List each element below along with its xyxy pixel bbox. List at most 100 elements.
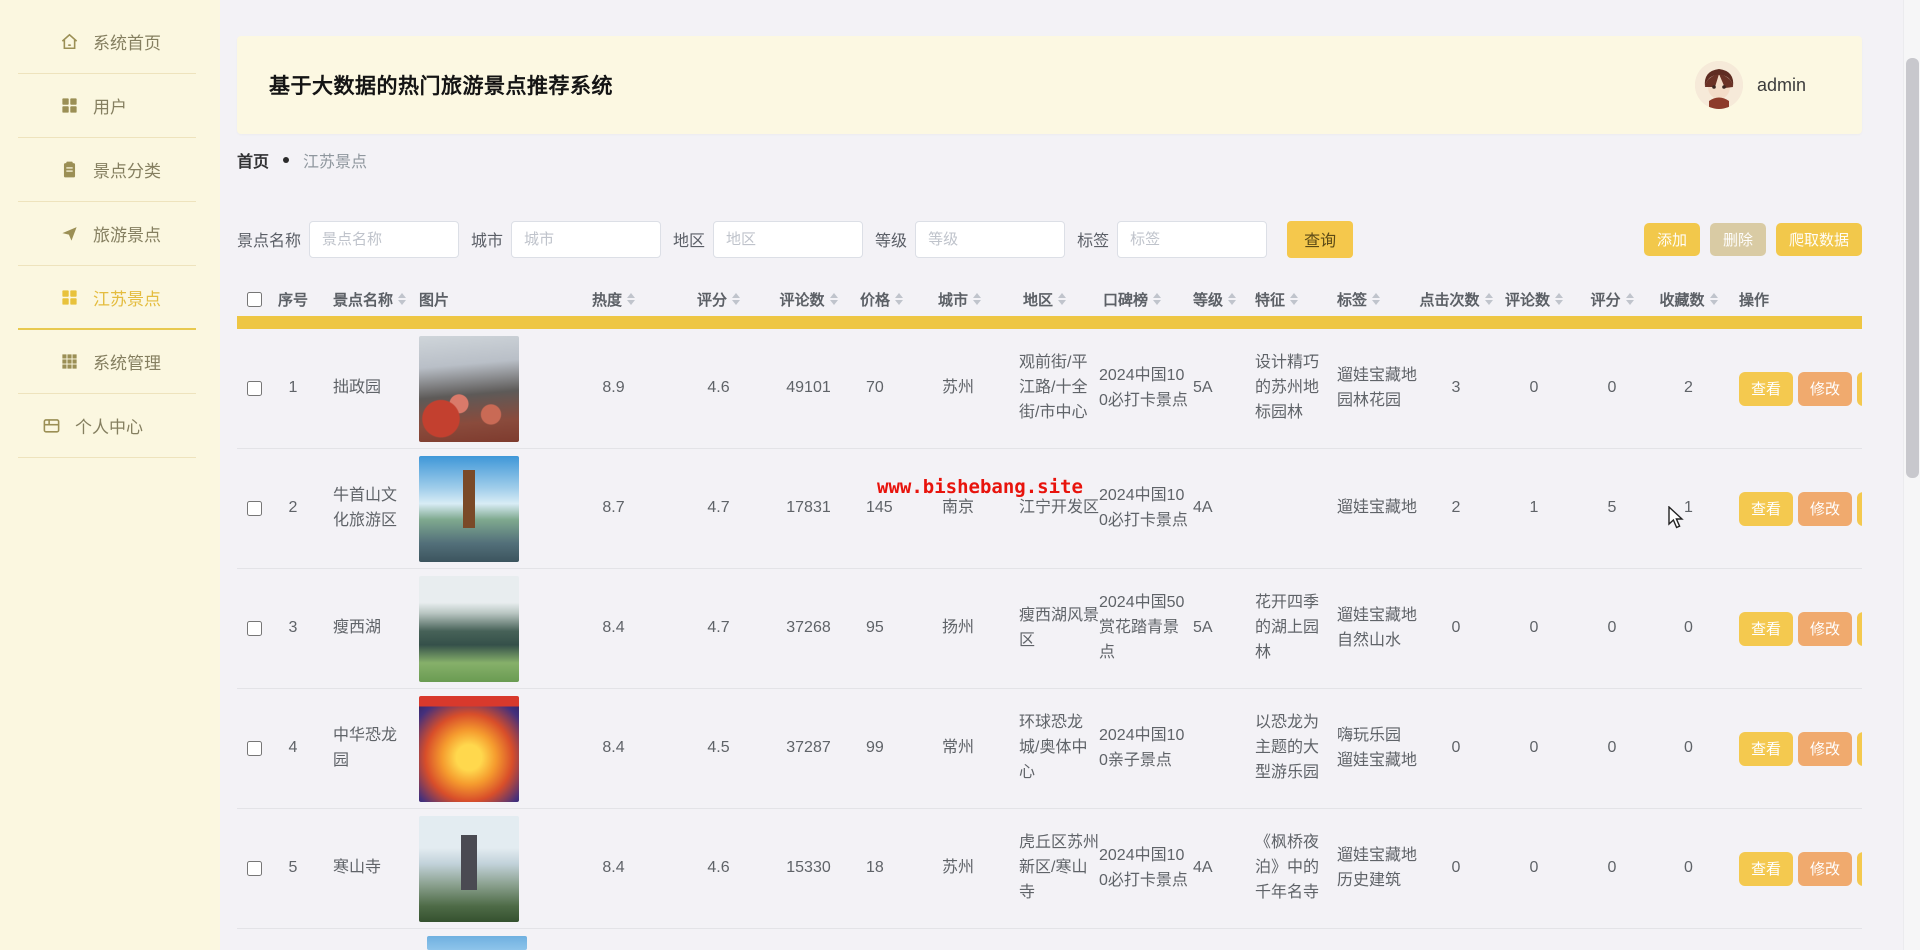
city-cell: 南京 [934, 496, 1019, 521]
column-header-actions: 操作 [1726, 289, 1862, 310]
feature-cell: 设计精巧的苏州地标园林 [1241, 351, 1329, 425]
add-button[interactable]: 添加 [1644, 223, 1700, 256]
district-filter-input[interactable] [713, 221, 863, 258]
column-header-score[interactable]: 评分 [676, 289, 761, 310]
city-filter-input[interactable] [511, 221, 661, 258]
favorites-cell: 2 [1651, 376, 1726, 401]
column-header-comments[interactable]: 评论数 [1495, 289, 1573, 310]
attraction-photo[interactable] [419, 576, 519, 682]
sidebar-item-profile[interactable]: 个人中心 [18, 394, 196, 458]
column-header-rating[interactable]: 评分 [1573, 289, 1651, 310]
row-checkbox[interactable] [247, 861, 262, 876]
filter-label-level: 等级 [875, 227, 907, 251]
clipped-action-button[interactable]: 查看 [1857, 492, 1862, 526]
column-header-feature[interactable]: 特征 [1241, 289, 1329, 310]
sort-carets-icon[interactable] [1485, 293, 1493, 305]
sidebar-item-users[interactable]: 用户 [18, 74, 196, 138]
sort-carets-icon[interactable] [1058, 293, 1066, 305]
attraction-photo[interactable] [419, 696, 519, 802]
scrollbar-thumb[interactable] [1906, 58, 1919, 478]
rating-cell: 0 [1573, 616, 1651, 641]
rating-cell: 0 [1573, 736, 1651, 761]
column-header-reviews[interactable]: 评论数 [761, 289, 856, 310]
row-checkbox[interactable] [247, 381, 262, 396]
column-header-price[interactable]: 价格 [856, 289, 934, 310]
search-button[interactable]: 查询 [1287, 221, 1353, 258]
column-header-level[interactable]: 等级 [1189, 289, 1241, 310]
sidebar-item-categories[interactable]: 景点分类 [18, 138, 196, 202]
sort-carets-icon[interactable] [830, 293, 838, 305]
sidebar-item-attractions[interactable]: 旅游景点 [18, 202, 196, 266]
view-button[interactable]: 查看 [1739, 492, 1793, 526]
attraction-photo[interactable] [419, 816, 519, 922]
feature-cell: 花开四季的湖上园林 [1241, 591, 1329, 665]
column-header-heat[interactable]: 热度 [551, 289, 676, 310]
row-checkbox[interactable] [247, 621, 262, 636]
breadcrumb-home[interactable]: 首页 [237, 148, 269, 172]
sort-carets-icon[interactable] [627, 293, 635, 305]
clipped-action-button[interactable]: 查看 [1857, 372, 1862, 406]
score-cell: 4.6 [676, 856, 761, 881]
tags-filter-input[interactable] [1117, 221, 1267, 258]
crawl-data-button[interactable]: 爬取数据 [1776, 223, 1862, 256]
sort-carets-icon[interactable] [398, 293, 406, 305]
price-cell: 145 [856, 496, 934, 521]
level-filter-input[interactable] [915, 221, 1065, 258]
column-header-district[interactable]: 地区 [1019, 289, 1099, 310]
attraction-photo[interactable] [419, 456, 519, 562]
edit-button[interactable]: 修改 [1798, 492, 1852, 526]
column-header-rank[interactable]: 口碑榜 [1099, 289, 1189, 310]
sort-carets-icon[interactable] [1710, 293, 1718, 305]
sidebar-item-jiangsu[interactable]: 江苏景点 [18, 266, 196, 330]
row-checkbox[interactable] [247, 741, 262, 756]
sort-carets-icon[interactable] [1228, 293, 1236, 305]
table-accent-stripe [237, 316, 1862, 329]
name-filter-input[interactable] [309, 221, 459, 258]
sort-carets-icon[interactable] [973, 293, 981, 305]
sort-carets-icon[interactable] [1290, 293, 1298, 305]
tags-cell: 嗨玩乐园 遛娃宝藏地 [1329, 724, 1417, 774]
city-cell: 常州 [934, 736, 1019, 761]
select-all-checkbox[interactable] [247, 292, 262, 307]
sort-carets-icon[interactable] [732, 293, 740, 305]
sidebar-item-system[interactable]: 系统管理 [18, 330, 196, 394]
user-box[interactable]: admin [1695, 61, 1806, 109]
attraction-photo[interactable] [419, 336, 519, 442]
comments-cell: 0 [1495, 376, 1573, 401]
sort-carets-icon[interactable] [895, 293, 903, 305]
view-button[interactable]: 查看 [1739, 732, 1793, 766]
sort-carets-icon[interactable] [1626, 293, 1634, 305]
column-header-tags[interactable]: 标签 [1329, 289, 1417, 310]
rank-cell: 2024中国50赏花踏青景点 [1099, 591, 1189, 665]
profile-card-icon [42, 416, 61, 435]
view-button[interactable]: 查看 [1739, 372, 1793, 406]
vertical-scrollbar[interactable] [1903, 0, 1920, 950]
edit-button[interactable]: 修改 [1798, 852, 1852, 886]
breadcrumb-current: 江苏景点 [303, 148, 367, 172]
sort-carets-icon[interactable] [1372, 293, 1380, 305]
page: 系统首页 用户 景点分类 旅游景点 江苏景点 [0, 0, 1920, 950]
edit-button[interactable]: 修改 [1798, 612, 1852, 646]
seq-cell: 2 [267, 496, 319, 521]
row-checkbox[interactable] [247, 501, 262, 516]
edit-button[interactable]: 修改 [1798, 732, 1852, 766]
level-cell: 5A [1189, 376, 1241, 401]
edit-button[interactable]: 修改 [1798, 372, 1852, 406]
column-header-city[interactable]: 城市 [934, 289, 1019, 310]
clipped-action-button[interactable]: 查看 [1857, 732, 1862, 766]
column-header-favorites[interactable]: 收藏数 [1651, 289, 1726, 310]
grid-icon [60, 96, 79, 115]
clipped-action-button[interactable]: 查看 [1857, 852, 1862, 886]
sort-carets-icon[interactable] [1555, 293, 1563, 305]
delete-button[interactable]: 删除 [1710, 223, 1766, 256]
view-button[interactable]: 查看 [1739, 852, 1793, 886]
column-header-name[interactable]: 景点名称 [319, 289, 411, 310]
reviews-cell: 17831 [761, 496, 856, 521]
column-header-clicks[interactable]: 点击次数 [1417, 289, 1495, 310]
clicks-cell: 0 [1417, 736, 1495, 761]
clipped-action-button[interactable]: 查看 [1857, 612, 1862, 646]
sidebar-item-home[interactable]: 系统首页 [18, 10, 196, 74]
actions-cell: 查看 修改 查看 [1726, 732, 1862, 766]
sort-carets-icon[interactable] [1153, 293, 1161, 305]
view-button[interactable]: 查看 [1739, 612, 1793, 646]
